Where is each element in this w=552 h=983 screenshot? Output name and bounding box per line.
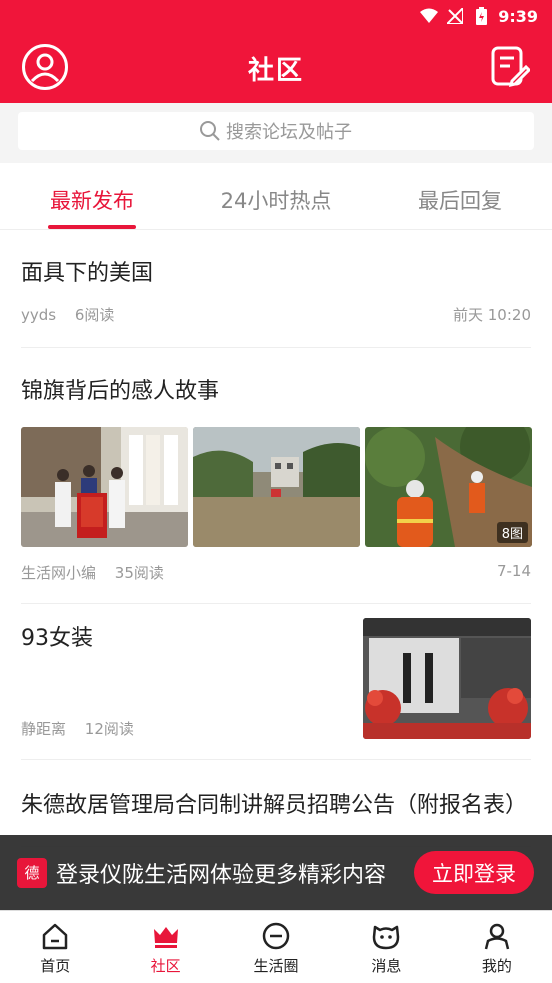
person-icon bbox=[484, 923, 510, 950]
post-meta: yyds 6阅读 前天 10:20 bbox=[21, 304, 531, 325]
post-title: 面具下的美国 bbox=[21, 261, 154, 286]
post-feed: 面具下的美国 yyds 6阅读 前天 10:20 锦旗背后的感人故事 8图 生活… bbox=[0, 230, 552, 847]
list-item[interactable]: 锦旗背后的感人故事 8图 生活网小编 35阅读 7-14 bbox=[21, 348, 532, 604]
app-header: 社区 bbox=[0, 32, 552, 103]
search-area: 搜索论坛及帖子 bbox=[0, 103, 552, 163]
post-author: 静距离 bbox=[21, 720, 67, 738]
post-images: 8图 bbox=[21, 427, 532, 547]
login-banner: 德 登录仪陇生活网体验更多精彩内容 立即登录 bbox=[0, 835, 552, 910]
post-time: 7-14 bbox=[496, 562, 531, 580]
battery-icon bbox=[472, 7, 490, 25]
nav-profile[interactable]: 我的 bbox=[442, 911, 552, 983]
post-time: 前天 10:20 bbox=[453, 306, 531, 324]
post-reads: 35阅读 bbox=[114, 564, 164, 582]
post-author: 生活网小编 bbox=[21, 564, 97, 582]
post-reads: 12阅读 bbox=[84, 720, 134, 738]
nav-label: 消息 bbox=[371, 957, 402, 975]
post-title: 朱德故居管理局合同制讲解员招聘公告（附报名表） bbox=[21, 793, 528, 818]
nav-label: 社区 bbox=[150, 957, 181, 975]
post-image-banner-photo[interactable] bbox=[21, 427, 188, 547]
tab-latest[interactable]: 最新发布 bbox=[0, 163, 184, 229]
post-image-rescue-photo[interactable]: 8图 bbox=[365, 427, 532, 547]
minus-circle-icon bbox=[262, 922, 290, 950]
post-meta: 生活网小编 35阅读 7-14 bbox=[21, 562, 531, 583]
post-meta: 静距离 12阅读 bbox=[21, 718, 134, 739]
search-input[interactable]: 搜索论坛及帖子 bbox=[18, 112, 534, 150]
nav-label: 生活圈 bbox=[253, 957, 299, 975]
image-count-badge: 8图 bbox=[496, 522, 528, 543]
login-button[interactable]: 立即登录 bbox=[414, 851, 534, 894]
status-bar: 9:39 bbox=[0, 0, 552, 32]
post-reads: 6阅读 bbox=[74, 306, 115, 324]
search-placeholder: 搜索论坛及帖子 bbox=[226, 122, 352, 143]
nav-life-circle[interactable]: 生活圈 bbox=[221, 911, 331, 983]
list-item[interactable]: 93女装 静距离 12阅读 bbox=[21, 604, 531, 760]
list-item[interactable]: 朱德故居管理局合同制讲解员招聘公告（附报名表） bbox=[21, 760, 531, 847]
post-title: 锦旗背后的感人故事 bbox=[21, 379, 220, 404]
search-icon bbox=[200, 121, 220, 141]
new-post-button[interactable] bbox=[490, 45, 532, 89]
nav-home[interactable]: 首页 bbox=[0, 911, 110, 983]
edit-note-icon bbox=[491, 46, 532, 88]
cat-face-icon bbox=[373, 925, 400, 950]
feed-tabs: 最新发布 24小时热点 最后回复 bbox=[0, 163, 552, 230]
nav-label: 首页 bbox=[40, 957, 71, 975]
nav-messages[interactable]: 消息 bbox=[331, 911, 441, 983]
tab-24h-hot[interactable]: 24小时热点 bbox=[184, 163, 368, 229]
home-icon bbox=[42, 923, 68, 950]
post-author: yyds bbox=[21, 306, 57, 324]
app-logo: 德 bbox=[17, 857, 47, 888]
page-title: 社区 bbox=[247, 56, 304, 86]
crown-icon bbox=[153, 927, 178, 948]
list-item[interactable]: 面具下的美国 yyds 6阅读 前天 10:20 bbox=[21, 230, 531, 348]
tab-last-reply[interactable]: 最后回复 bbox=[368, 163, 552, 229]
bottom-nav: 首页 社区 生活圈 消息 我的 bbox=[0, 910, 552, 983]
post-image-flood-photo[interactable] bbox=[193, 427, 360, 547]
nav-community[interactable]: 社区 bbox=[110, 911, 220, 983]
no-signal-icon bbox=[446, 7, 464, 25]
login-prompt-text: 登录仪陇生活网体验更多精彩内容 bbox=[56, 862, 387, 888]
nav-label: 我的 bbox=[481, 957, 512, 975]
wifi-icon bbox=[420, 7, 439, 25]
post-thumbnail[interactable] bbox=[363, 618, 531, 739]
clock: 9:39 bbox=[498, 6, 538, 26]
